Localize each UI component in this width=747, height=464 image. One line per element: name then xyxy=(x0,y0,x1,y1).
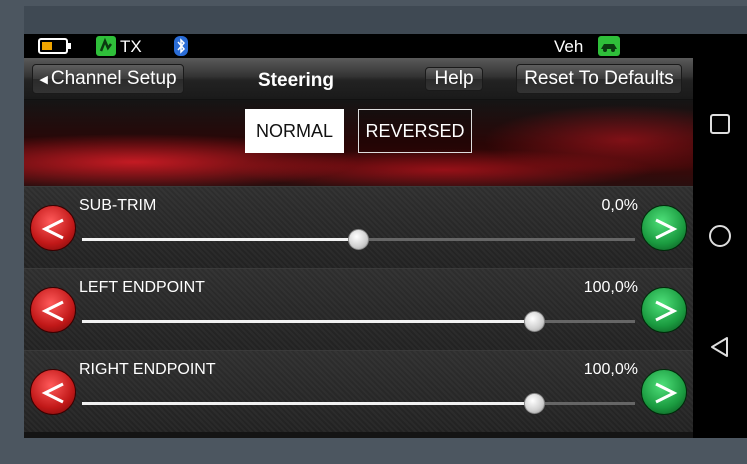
right-endpoint-label: RIGHT ENDPOINT xyxy=(79,361,216,378)
recent-apps-icon xyxy=(710,114,730,134)
left-endpoint-slider-track[interactable] xyxy=(82,320,635,323)
left-endpoint-label: LEFT ENDPOINT xyxy=(79,279,205,296)
chevron-left-icon xyxy=(41,382,64,404)
header-bar: ◀ Channel Setup Steering Help Reset To D… xyxy=(24,58,693,100)
chevron-left-icon xyxy=(41,300,64,322)
status-bar: TX Veh xyxy=(24,34,693,58)
sub-trim-increase-button[interactable] xyxy=(641,205,687,251)
recent-apps-button[interactable] xyxy=(693,104,747,144)
sub-trim-label: SUB-TRIM xyxy=(79,197,157,214)
reversed-mode-label: REVERSED xyxy=(365,120,465,141)
system-nav-bar xyxy=(693,34,747,438)
help-button[interactable]: Help xyxy=(425,67,483,91)
right-endpoint-decrease-button[interactable] xyxy=(30,369,76,415)
transmitter-icon xyxy=(96,36,116,56)
left-endpoint-slider-knob[interactable] xyxy=(524,311,546,332)
battery-icon xyxy=(38,38,72,54)
sub-trim-decrease-button[interactable] xyxy=(30,205,76,251)
left-endpoint-value: 100,0% xyxy=(583,279,638,296)
left-endpoint-decrease-button[interactable] xyxy=(30,287,76,333)
chevron-left-icon xyxy=(41,218,64,240)
right-endpoint-slider-fill xyxy=(82,402,536,405)
bottom-bezel xyxy=(0,438,747,464)
tx-label: TX xyxy=(120,37,142,56)
left-endpoint-row: LEFT ENDPOINT 100,0% xyxy=(24,268,693,350)
back-icon xyxy=(711,337,728,357)
page-title: Steering xyxy=(258,70,335,91)
normal-mode-label: NORMAL xyxy=(255,120,333,141)
chevron-right-icon xyxy=(655,300,678,322)
reversed-mode-button[interactable]: REVERSED xyxy=(358,109,472,153)
bluetooth-icon xyxy=(174,36,188,56)
reset-defaults-button[interactable]: Reset To Defaults xyxy=(516,64,682,94)
top-bezel xyxy=(24,6,747,34)
right-endpoint-slider-track[interactable] xyxy=(82,402,635,405)
home-button[interactable] xyxy=(693,216,747,256)
left-endpoint-increase-button[interactable] xyxy=(641,287,687,333)
app-screen: TX Veh ◀ Channel Setup Steering Help Res… xyxy=(24,34,693,438)
sub-trim-row: SUB-TRIM 0,0% xyxy=(24,186,693,268)
vehicle-icon xyxy=(598,36,620,56)
right-endpoint-row: RIGHT ENDPOINT 100,0% xyxy=(24,350,693,432)
channel-setup-back-button[interactable]: ◀ Channel Setup xyxy=(32,64,184,94)
back-button-label: Channel Setup xyxy=(50,68,177,89)
chevron-right-icon xyxy=(655,382,678,404)
reset-button-label: Reset To Defaults xyxy=(524,68,674,89)
right-endpoint-increase-button[interactable] xyxy=(641,369,687,415)
right-endpoint-value: 100,0% xyxy=(583,361,638,378)
left-bezel xyxy=(0,0,24,464)
back-nav-button[interactable] xyxy=(693,327,747,367)
right-endpoint-slider-knob[interactable] xyxy=(524,393,546,414)
sub-trim-value: 0,0% xyxy=(601,197,638,214)
home-icon xyxy=(709,225,731,247)
sub-trim-slider-knob[interactable] xyxy=(347,229,369,250)
veh-label: Veh xyxy=(554,37,584,56)
left-endpoint-slider-fill xyxy=(82,320,536,323)
sub-trim-slider-fill xyxy=(82,238,359,241)
normal-mode-button[interactable]: NORMAL xyxy=(245,109,344,153)
help-button-label: Help xyxy=(434,68,474,89)
chevron-left-icon: ◀ xyxy=(39,73,48,86)
chevron-right-icon xyxy=(655,218,678,240)
